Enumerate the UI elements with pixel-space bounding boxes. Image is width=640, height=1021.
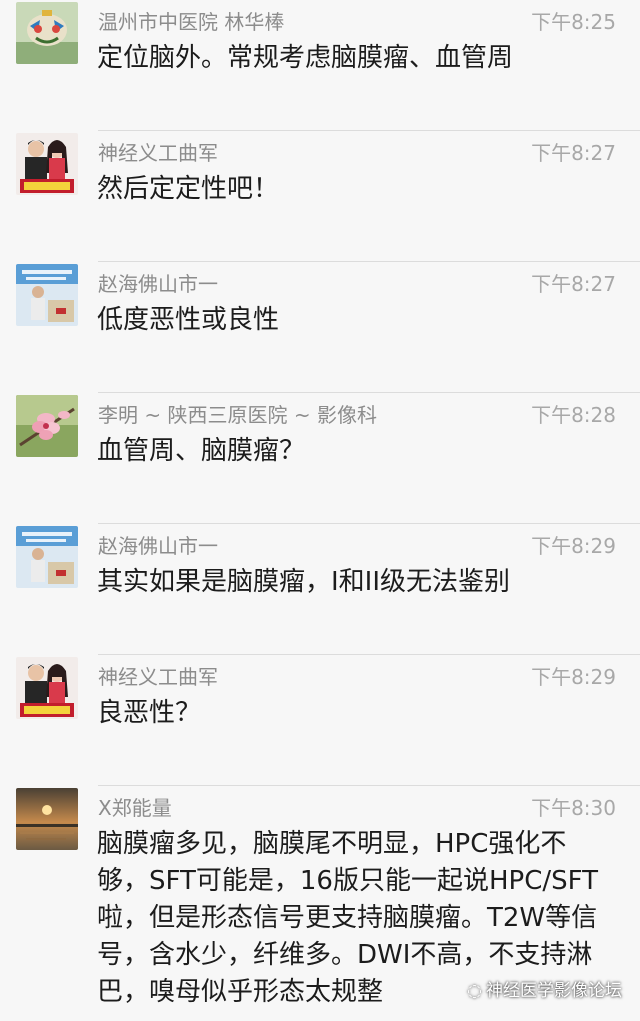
avatar-flower-icon[interactable]	[16, 395, 78, 457]
sender-name[interactable]: 神经义工曲军	[98, 661, 218, 690]
message-time: 下午8:29	[531, 665, 616, 689]
watermark-text: 神经医学影像论坛	[486, 981, 622, 1001]
message-text: 低度恶性或良性	[97, 305, 280, 335]
chat-message-list: 温州市中医院 林华棒 下午8:25 定位脑外。常规考虑脑膜瘤、血管周 神经义工曲…	[0, 0, 640, 1021]
message-time: 下午8:25	[531, 10, 616, 34]
sender-name[interactable]: 赵海佛山市一	[98, 530, 218, 559]
chat-message: 李明 ~ 陕西三原医院 ~ 影像科 下午8:28 血管周、脑膜瘤？	[0, 393, 640, 524]
avatar-sunset-icon[interactable]	[16, 788, 78, 850]
avatar-lecturer-icon[interactable]	[16, 526, 78, 588]
message-text: 其实如果是脑膜瘤，I和II级无法鉴别	[97, 567, 511, 597]
chat-message: 神经义工曲军 下午8:27 然后定定性吧！	[0, 131, 640, 262]
chat-message: 温州市中医院 林华棒 下午8:25 定位脑外。常规考虑脑膜瘤、血管周	[0, 0, 640, 131]
chat-message: 赵海佛山市一 下午8:29 其实如果是脑膜瘤，I和II级无法鉴别	[0, 524, 640, 655]
message-time: 下午8:28	[531, 403, 616, 427]
message-time: 下午8:30	[531, 796, 616, 820]
message-text: 定位脑外。常规考虑脑膜瘤、血管周	[97, 43, 514, 73]
sender-name[interactable]: 李明 ~ 陕西三原医院 ~ 影像科	[98, 399, 377, 428]
avatar-mask-icon[interactable]	[16, 2, 78, 64]
sender-name[interactable]: 赵海佛山市一	[98, 268, 218, 297]
message-time: 下午8:27	[531, 272, 616, 296]
sender-name[interactable]: 温州市中医院 林华棒	[98, 6, 284, 35]
message-time: 下午8:29	[531, 534, 616, 558]
sender-name[interactable]: 神经义工曲军	[98, 137, 218, 166]
avatar-lecturer-icon[interactable]	[16, 264, 78, 326]
sender-name[interactable]: X郑能量	[98, 792, 172, 821]
avatar-couple-icon[interactable]	[16, 133, 78, 195]
message-text: 良恶性？	[97, 698, 202, 728]
chat-message: 神经义工曲军 下午8:29 良恶性？	[0, 655, 640, 786]
message-text: 然后定定性吧！	[97, 174, 280, 204]
avatar-couple-icon[interactable]	[16, 657, 78, 719]
message-time: 下午8:27	[531, 141, 616, 165]
message-text: 血管周、脑膜瘤？	[97, 436, 306, 466]
chat-message: 赵海佛山市一 下午8:27 低度恶性或良性	[0, 262, 640, 393]
watermark: ◌ 神经医学影像论坛	[467, 976, 622, 1001]
wechat-logo-icon: ◌	[467, 981, 482, 1001]
